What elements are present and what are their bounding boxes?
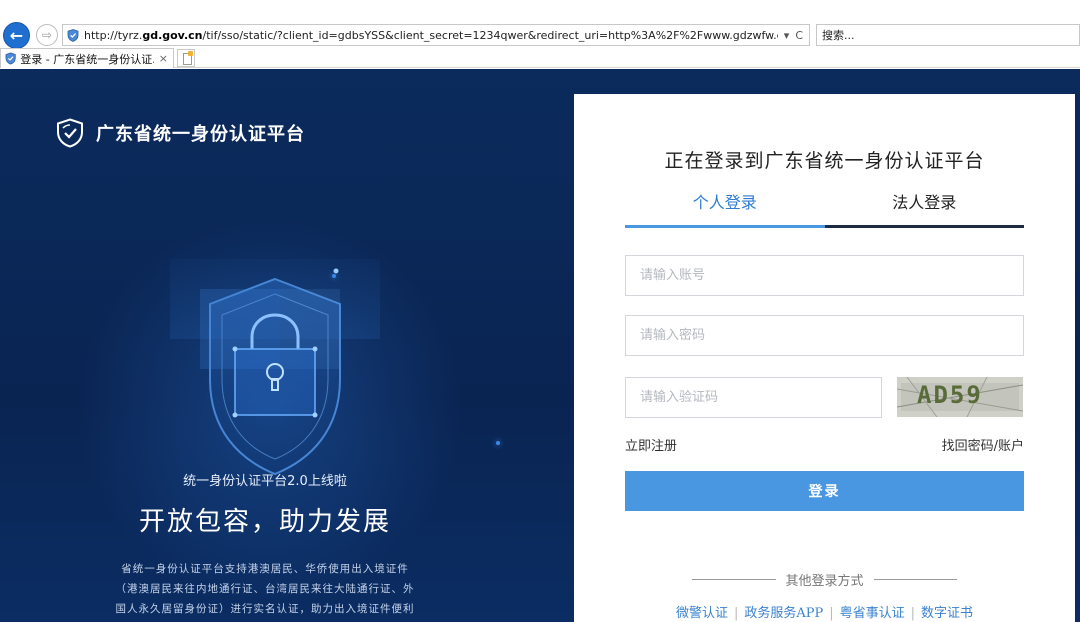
dropdown-arrow-icon[interactable]: ▾ xyxy=(784,29,790,42)
other-login-divider: 其他登录方式 xyxy=(692,570,958,589)
other-login-methods: 微警认证 | 政务服务APP | 粤省事认证 | 数字证书 xyxy=(574,602,1075,621)
browser-toolbar: ← ⇨ http://tyrz.gd.gov.cn/tif/sso/static… xyxy=(0,0,1080,49)
divider-line xyxy=(873,578,958,580)
back-button[interactable]: ← xyxy=(3,22,30,49)
tab-personal-login[interactable]: 个人登录 xyxy=(625,188,825,228)
recover-account-link[interactable]: 找回密码/账户 xyxy=(942,435,1024,454)
slogan-subtitle: 统一身份认证平台2.0上线啦 xyxy=(183,474,347,489)
separator: | xyxy=(829,606,834,621)
separator: | xyxy=(733,606,739,621)
page-background: 广东省统一身份认证平台 统一身份认证平台2.0上线啦 开放包容，助力发展 省统一… xyxy=(0,69,1080,622)
account-input[interactable] xyxy=(625,255,1024,296)
login-panel: 正在登录到广东省统一身份认证平台 个人登录 法人登录 AD59 立即注册 找回密… xyxy=(574,94,1075,622)
refresh-icon[interactable]: C xyxy=(795,29,803,42)
decor-dot xyxy=(496,441,500,445)
method-digital-certificate[interactable]: 数字证书 xyxy=(921,606,973,621)
captcha-image[interactable]: AD59 xyxy=(897,377,1023,417)
brand-title: 广东省统一身份认证平台 xyxy=(96,124,305,145)
login-type-tabs: 个人登录 法人登录 xyxy=(625,188,1024,228)
arrow-right-icon: ⇨ xyxy=(41,28,53,42)
password-input[interactable] xyxy=(625,315,1024,356)
tab-corporate-login[interactable]: 法人登录 xyxy=(825,188,1025,225)
platform-description: 省统一身份认证平台支持港澳居民、华侨使用出入境证件 （港澳居民来往内地通行证、台… xyxy=(90,559,440,619)
search-label: 搜索... xyxy=(822,29,855,42)
description-line: （港澳居民来往内地通行证、台湾居民来往大陆通行证、外 xyxy=(115,583,415,595)
login-title: 正在登录到广东省统一身份认证平台 xyxy=(664,150,985,172)
method-yueshengshi-auth[interactable]: 粤省事认证 xyxy=(840,606,905,621)
decor-dot xyxy=(332,274,336,278)
shield-check-logo-icon xyxy=(57,118,83,148)
tab-favicon-shield-icon xyxy=(5,52,16,65)
browser-tab-strip: 登录 - 广东省统一身份认证... × xyxy=(0,48,1080,68)
slogan-title: 开放包容，助力发展 xyxy=(138,507,391,537)
forward-button[interactable]: ⇨ xyxy=(36,24,58,46)
tab-close-icon[interactable]: × xyxy=(154,52,173,65)
tab-title: 登录 - 广东省统一身份认证... xyxy=(20,52,154,66)
address-bar[interactable]: http://tyrz.gd.gov.cn/tif/sso/static/?cl… xyxy=(62,24,810,46)
new-tab-button[interactable] xyxy=(177,49,195,67)
captcha-input[interactable] xyxy=(625,377,882,418)
login-button[interactable]: 登录 xyxy=(625,471,1024,511)
captcha-text: AD59 xyxy=(917,381,983,409)
other-methods-title: 其他登录方式 xyxy=(785,573,864,589)
browser-tab[interactable]: 登录 - 广东省统一身份认证... × xyxy=(0,48,174,68)
description-line: 省统一身份认证平台支持港澳居民、华侨使用出入境证件 xyxy=(121,563,409,575)
arrow-left-icon: ← xyxy=(9,25,24,45)
brand-header: 广东省统一身份认证平台 xyxy=(56,118,305,148)
separator: | xyxy=(910,606,916,621)
method-gov-service-app[interactable]: 政务服务APP xyxy=(744,606,823,621)
method-wechat-police-auth[interactable]: 微警认证 xyxy=(676,606,728,621)
site-shield-icon xyxy=(67,28,79,42)
browser-search-input[interactable]: 搜索... xyxy=(816,24,1080,46)
url-text: http://tyrz.gd.gov.cn/tif/sso/static/?cl… xyxy=(84,28,778,42)
divider-line xyxy=(692,578,776,580)
description-line: 国人永久居留身份证）进行实名认证，助力出入境证件便利 xyxy=(115,603,415,615)
register-link[interactable]: 立即注册 xyxy=(625,435,677,454)
